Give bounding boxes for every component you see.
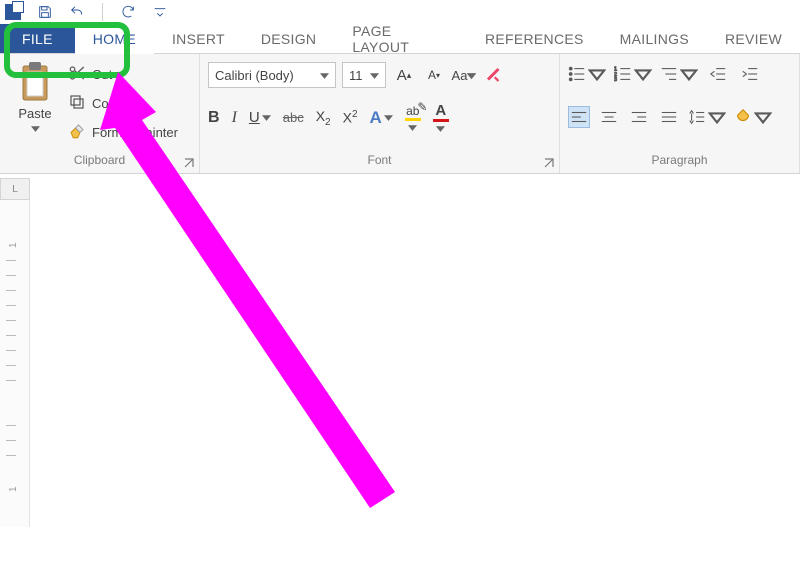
undo-icon[interactable] — [68, 3, 86, 21]
document-page[interactable] — [30, 200, 800, 567]
svg-text:3: 3 — [614, 77, 617, 83]
paintbrush-icon — [68, 122, 86, 143]
cut-label: Cut — [92, 67, 112, 82]
chevron-down-icon — [320, 68, 329, 83]
align-center-button[interactable] — [598, 106, 620, 128]
decrease-indent-button[interactable] — [706, 62, 730, 86]
font-size-select[interactable]: 11 — [342, 62, 386, 88]
tab-insert[interactable]: INSERT — [154, 24, 243, 53]
ribbon-tabs: FILE HOME INSERT DESIGN PAGE LAYOUT REFE… — [0, 24, 800, 54]
group-clipboard: Paste Cut Copy Format Painter Clipboard — [0, 54, 200, 173]
chevron-down-icon — [370, 68, 379, 83]
bold-button[interactable]: B — [208, 109, 220, 127]
font-color-button[interactable]: A — [433, 102, 449, 133]
grow-font-icon[interactable]: A▴ — [392, 63, 416, 87]
superscript-button[interactable]: X2 — [343, 109, 358, 126]
subscript-button[interactable]: X2 — [316, 108, 331, 128]
ruler-mark: 1 — [8, 242, 19, 248]
paste-button[interactable]: Paste — [8, 62, 62, 136]
tab-file[interactable]: FILE — [0, 24, 75, 53]
underline-button[interactable]: U — [249, 109, 271, 126]
group-label-paragraph: Paragraph — [568, 151, 791, 171]
redo-icon[interactable] — [119, 3, 137, 21]
tab-references[interactable]: REFERENCES — [467, 24, 602, 53]
text-effects-button[interactable]: A — [370, 108, 393, 128]
word-app-icon — [4, 3, 22, 21]
copy-button[interactable]: Copy — [68, 93, 178, 114]
paste-dropdown-icon[interactable] — [31, 124, 40, 133]
strikethrough-button[interactable]: abc — [283, 110, 304, 125]
clipboard-icon — [18, 62, 52, 102]
cut-button[interactable]: Cut — [68, 64, 178, 85]
change-case-icon[interactable]: Aa — [452, 63, 476, 87]
quick-access-toolbar — [0, 0, 800, 24]
save-icon[interactable] — [36, 3, 54, 21]
tab-page-layout[interactable]: PAGE LAYOUT — [334, 24, 467, 53]
copy-icon — [68, 93, 86, 114]
group-font: Calibri (Body) 11 A▴ A▾ Aa B I U abc — [200, 54, 560, 173]
clear-formatting-icon[interactable] — [482, 63, 506, 87]
shrink-font-icon[interactable]: A▾ — [422, 63, 446, 87]
font-name-select[interactable]: Calibri (Body) — [208, 62, 336, 88]
qat-separator — [102, 3, 103, 21]
numbering-button[interactable]: 123 — [614, 65, 652, 83]
tab-review[interactable]: REVIEW — [707, 24, 800, 53]
tab-mailings[interactable]: MAILINGS — [602, 24, 707, 53]
tab-home[interactable]: HOME — [75, 24, 154, 53]
tab-design[interactable]: DESIGN — [243, 24, 334, 53]
italic-button[interactable]: I — [232, 109, 237, 127]
scissors-icon — [68, 64, 86, 85]
ribbon-home: Paste Cut Copy Format Painter Clipboard — [0, 54, 800, 174]
ruler-corner[interactable]: L — [0, 178, 30, 200]
line-spacing-button[interactable] — [688, 108, 726, 126]
font-size-value: 11 — [349, 68, 363, 83]
group-paragraph: 123 Paragraph — [560, 54, 800, 173]
increase-indent-button[interactable] — [738, 62, 762, 86]
bullets-button[interactable] — [568, 65, 606, 83]
font-name-value: Calibri (Body) — [215, 68, 294, 83]
highlight-color-button[interactable]: ab✎ — [405, 104, 421, 132]
clipboard-launcher-icon[interactable] — [183, 157, 195, 169]
copy-label: Copy — [92, 96, 122, 111]
paste-label: Paste — [8, 106, 62, 121]
group-label-clipboard: Clipboard — [8, 151, 191, 171]
align-left-button[interactable] — [568, 106, 590, 128]
vertical-ruler: 1 1 — [0, 200, 30, 527]
format-painter-label: Format Painter — [92, 125, 178, 140]
font-launcher-icon[interactable] — [543, 157, 555, 169]
customize-qat-icon[interactable] — [151, 3, 169, 21]
justify-button[interactable] — [658, 106, 680, 128]
format-painter-button[interactable]: Format Painter — [68, 122, 178, 143]
multilevel-list-button[interactable] — [660, 65, 698, 83]
ruler-mark: 1 — [8, 486, 19, 492]
align-right-button[interactable] — [628, 106, 650, 128]
group-label-font: Font — [208, 151, 551, 171]
shading-button[interactable] — [734, 108, 772, 126]
